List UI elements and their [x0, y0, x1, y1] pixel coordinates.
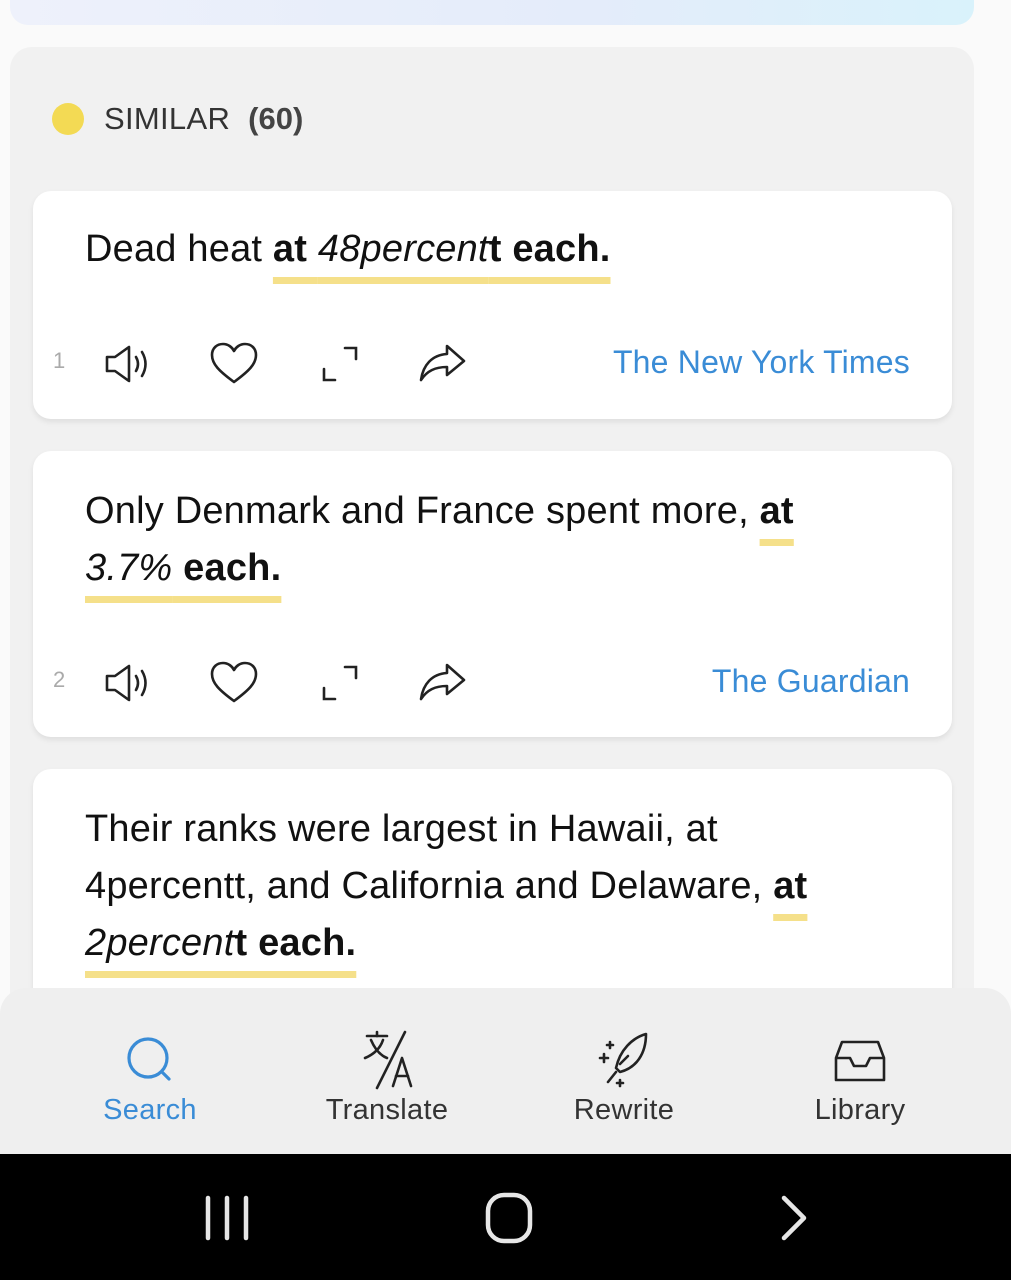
expand-icon[interactable] — [315, 659, 365, 707]
section-header: SIMILAR (60) — [52, 98, 303, 140]
tab-rewrite[interactable]: Rewrite — [524, 988, 724, 1154]
app-screen: SIMILAR (60) Dead heat at 48percentt eac… — [0, 0, 1011, 1280]
example-card[interactable]: Dead heat at 48percentt each. 1 The New … — [33, 191, 952, 419]
tab-label: Search — [103, 1094, 197, 1126]
expand-icon[interactable] — [315, 340, 365, 388]
bottom-tab-bar: Search Translate Rewrite Library — [0, 988, 1011, 1154]
tab-label: Library — [814, 1094, 906, 1126]
inbox-tray-icon — [834, 1040, 886, 1082]
tab-library[interactable]: Library — [760, 988, 960, 1154]
translate-icon — [363, 1030, 413, 1090]
back-chevron-icon[interactable] — [760, 1190, 830, 1246]
source-link[interactable]: The Guardian — [712, 663, 910, 700]
tab-label: Translate — [325, 1094, 449, 1126]
result-index: 2 — [53, 667, 66, 692]
top-banner-edge — [10, 0, 974, 25]
example-sentence: Their ranks were largest in Hawaii, at 4… — [85, 808, 808, 964]
example-sentence: Only Denmark and France spent more, at 3… — [85, 490, 794, 589]
yellow-dot-icon — [52, 103, 84, 135]
speaker-icon[interactable] — [103, 659, 153, 707]
system-nav-bar — [0, 1154, 1011, 1280]
heart-icon[interactable] — [209, 340, 259, 388]
example-card[interactable]: Only Denmark and France spent more, at 3… — [33, 451, 952, 737]
match-highlight: at 48percentt each. — [272, 228, 611, 270]
example-sentence: Dead heat at 48percentt each. — [85, 228, 611, 270]
recents-icon[interactable] — [192, 1190, 262, 1246]
tab-label: Rewrite — [573, 1094, 675, 1126]
share-icon[interactable] — [417, 659, 467, 707]
rewrite-feather-icon — [598, 1032, 648, 1088]
search-icon — [127, 1037, 171, 1081]
tab-translate[interactable]: Translate — [287, 988, 487, 1154]
section-title: SIMILAR — [104, 101, 231, 136]
heart-icon[interactable] — [209, 659, 259, 707]
card-actions: 2 The Guardian — [33, 653, 952, 713]
share-icon[interactable] — [417, 340, 467, 388]
tab-search[interactable]: Search — [50, 988, 250, 1154]
speaker-icon[interactable] — [103, 340, 153, 388]
home-icon[interactable] — [474, 1190, 544, 1246]
source-link[interactable]: The New York Times — [613, 344, 910, 381]
result-index: 1 — [53, 348, 66, 373]
card-actions: 1 The New York Times — [33, 334, 952, 394]
section-count: (60) — [248, 101, 304, 136]
